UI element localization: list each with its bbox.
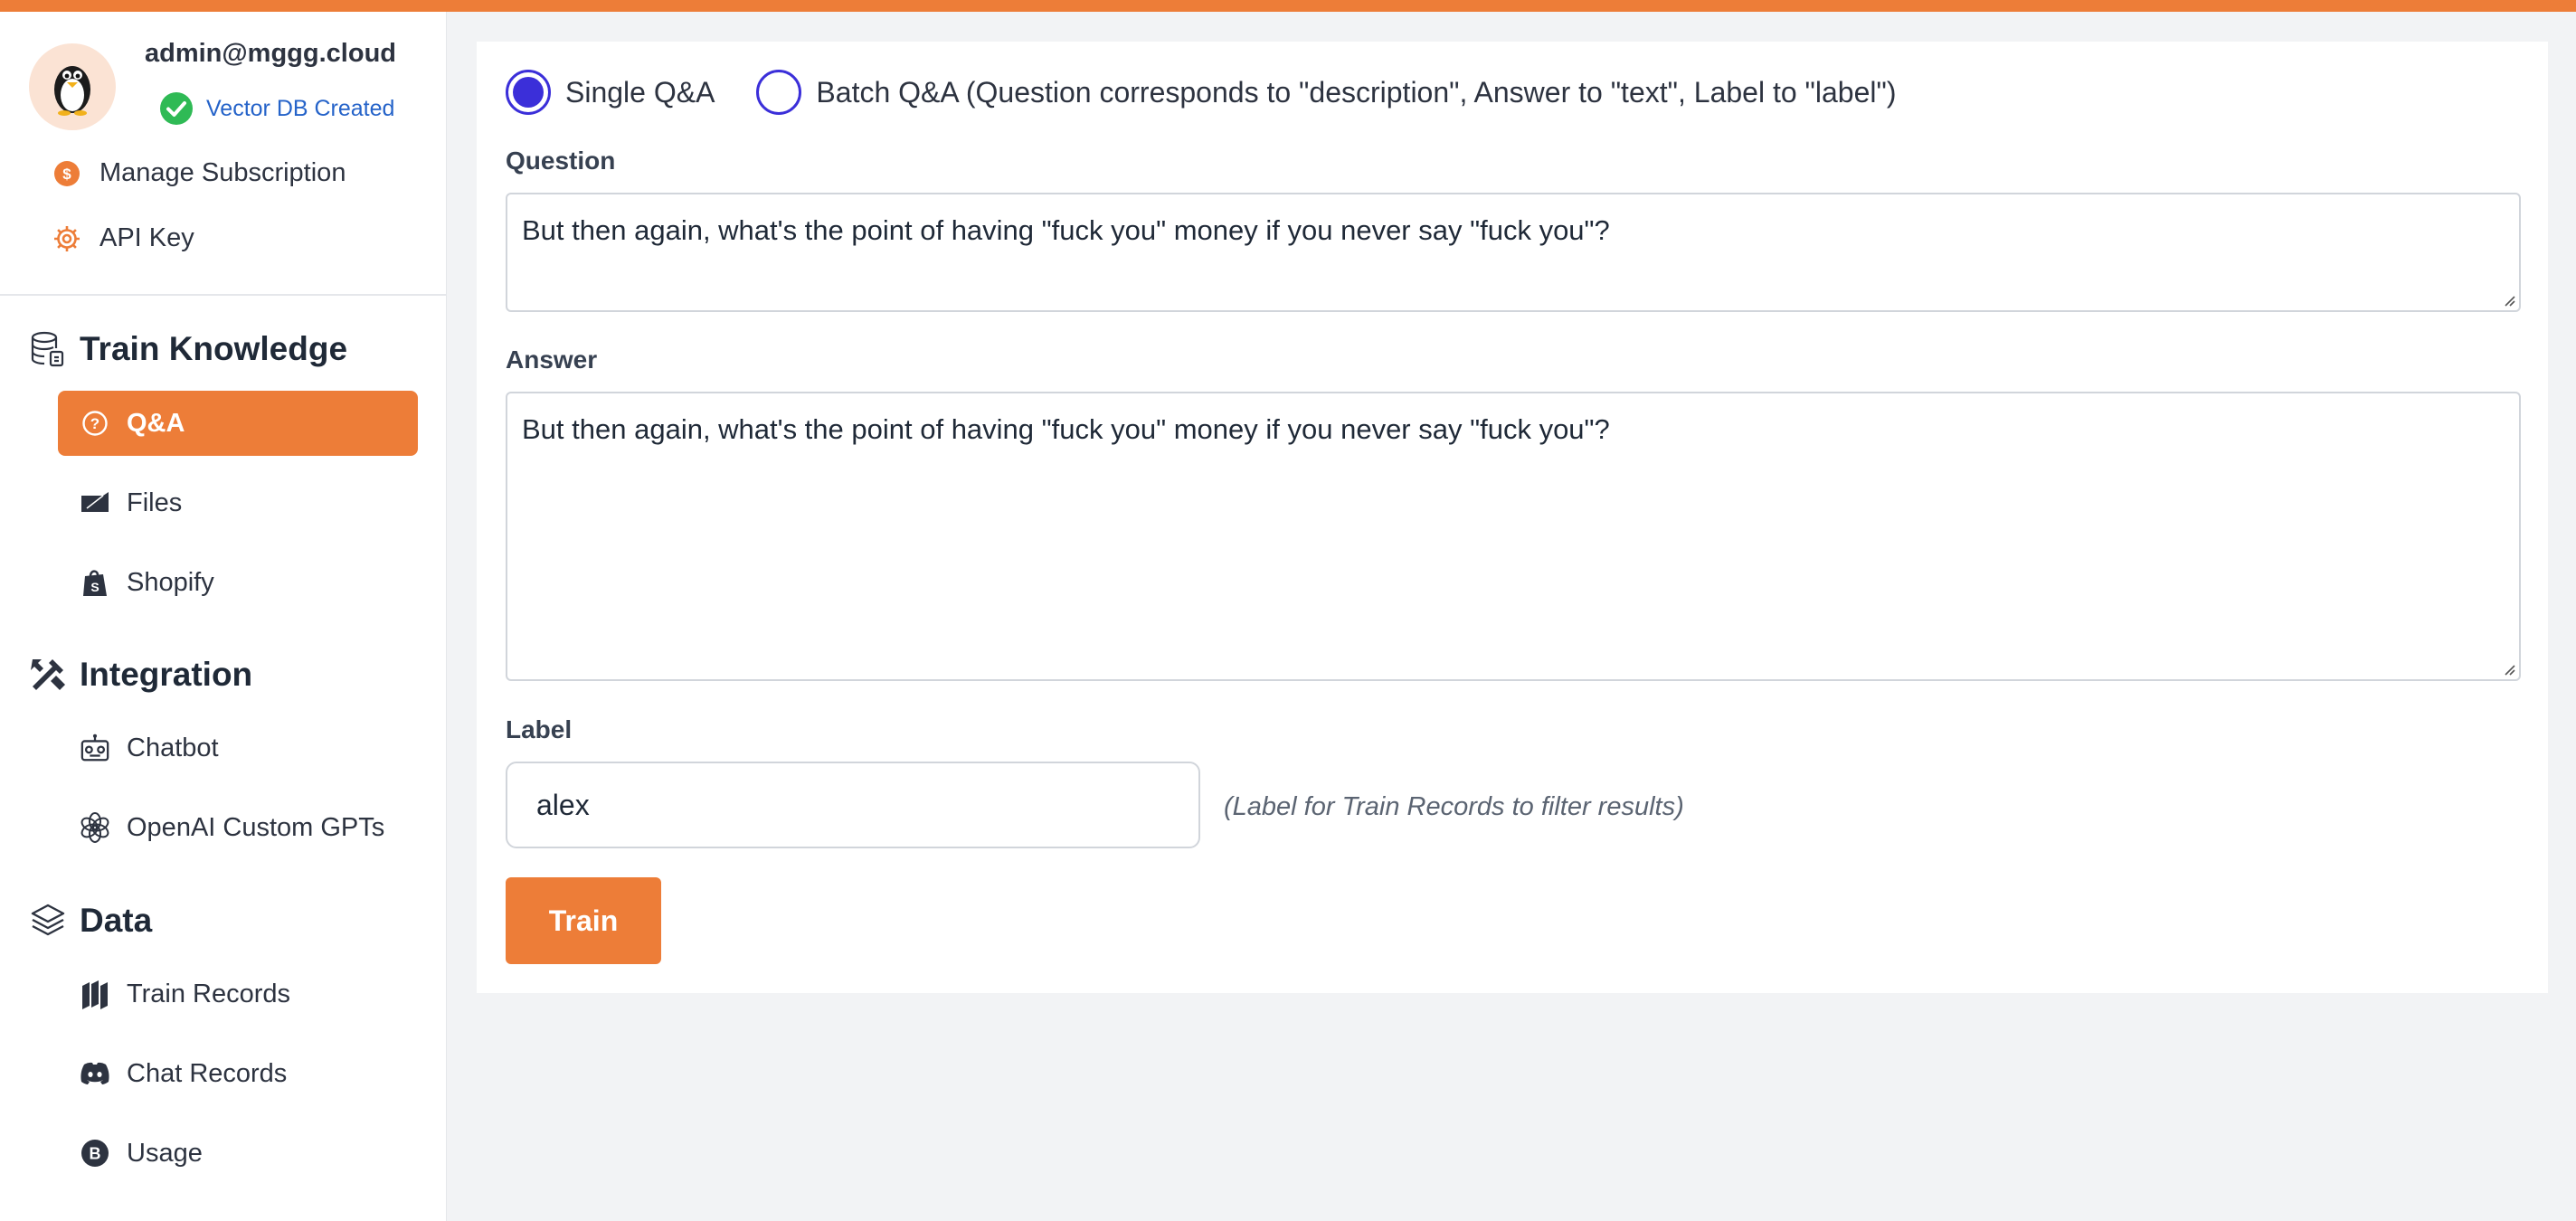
train-button[interactable]: Train — [506, 877, 661, 964]
question-circle-icon: ? — [80, 408, 110, 439]
section-data-title: Data — [80, 902, 153, 939]
sidebar-item-shopify[interactable]: S Shopify — [58, 550, 418, 615]
sidebar-item-chatbot-label: Chatbot — [127, 733, 219, 762]
sidebar-item-chat-records[interactable]: Chat Records — [58, 1041, 418, 1106]
file-icon — [80, 487, 110, 518]
resize-grip-icon[interactable] — [2501, 661, 2515, 676]
svg-text:?: ? — [90, 415, 99, 432]
vector-db-status-text: Vector DB Created — [206, 95, 395, 121]
dollar-icon: $ — [54, 160, 80, 186]
label-input-value: alex — [536, 788, 590, 821]
batch-qa-label[interactable]: Batch Q&A (Question corresponds to "desc… — [816, 76, 1896, 109]
sidebar-item-qa[interactable]: ? Q&A — [58, 391, 418, 456]
sidebar-item-files[interactable]: Files — [58, 470, 418, 535]
sidebar-item-chatbot[interactable]: Chatbot — [58, 715, 418, 781]
robot-icon — [80, 733, 110, 763]
answer-label: Answer — [506, 345, 598, 374]
sidebar-item-usage-label: Usage — [127, 1138, 203, 1168]
profile-panel: admin@mggg.cloud Vector DB Created $ Man… — [0, 12, 447, 296]
question-textarea[interactable]: But then again, what's the point of havi… — [506, 193, 2521, 312]
bitcoin-icon: B — [80, 1138, 110, 1169]
shopify-bag-icon: S — [80, 567, 110, 598]
qa-form-card: Single Q&A Batch Q&A (Question correspon… — [477, 42, 2548, 993]
sidebar-item-openai-gpts[interactable]: OpenAI Custom GPTs — [58, 795, 418, 860]
svg-text:S: S — [90, 580, 99, 594]
database-icon — [31, 331, 64, 367]
gear-icon — [54, 225, 80, 251]
avatar[interactable] — [29, 43, 116, 130]
label-hint: (Label for Train Records to filter resul… — [1224, 792, 1684, 821]
tools-icon — [31, 659, 65, 690]
check-circle-icon — [160, 92, 193, 125]
answer-text: But then again, what's the point of havi… — [522, 413, 1610, 445]
section-train-knowledge: Train Knowledge — [29, 330, 347, 368]
single-qa-label[interactable]: Single Q&A — [565, 76, 715, 109]
sidebar-item-train-records[interactable]: Train Records — [58, 961, 418, 1027]
section-integration-title: Integration — [80, 656, 253, 693]
top-accent-bar — [0, 0, 2576, 12]
answer-textarea[interactable]: But then again, what's the point of havi… — [506, 392, 2521, 681]
manage-subscription-link[interactable]: $ Manage Subscription — [52, 158, 346, 188]
sidebar-item-shopify-label: Shopify — [127, 567, 214, 597]
user-email: admin@mggg.cloud — [145, 39, 396, 68]
radio-selected-dot — [513, 77, 544, 108]
label-field-label: Label — [506, 715, 573, 743]
sidebar-item-files-label: Files — [127, 487, 183, 517]
penguin-icon — [54, 66, 90, 116]
svg-text:B: B — [90, 1145, 101, 1163]
vector-db-status: Vector DB Created — [159, 91, 394, 126]
manage-subscription-label: Manage Subscription — [99, 158, 346, 187]
discord-icon — [80, 1058, 110, 1089]
single-qa-radio[interactable] — [506, 70, 551, 115]
api-key-link[interactable]: API Key — [52, 223, 194, 253]
openai-icon — [80, 812, 110, 843]
mode-radio-group: Single Q&A Batch Q&A (Question correspon… — [506, 70, 1897, 115]
sidebar-item-openai-gpts-label: OpenAI Custom GPTs — [127, 812, 385, 842]
section-train-knowledge-title: Train Knowledge — [80, 330, 348, 367]
section-integration: Integration — [29, 656, 252, 694]
batch-qa-radio[interactable] — [756, 70, 802, 115]
sidebar-item-qa-label: Q&A — [127, 408, 185, 438]
api-key-label: API Key — [99, 223, 194, 252]
resize-grip-icon[interactable] — [2501, 292, 2515, 307]
layers-icon — [31, 904, 65, 936]
sidebar-item-chat-records-label: Chat Records — [127, 1058, 288, 1088]
sidebar: admin@mggg.cloud Vector DB Created $ Man… — [0, 12, 447, 1221]
label-input[interactable]: alex — [506, 762, 1200, 848]
question-label: Question — [506, 147, 616, 175]
question-text: But then again, what's the point of havi… — [522, 214, 1610, 246]
books-icon — [80, 979, 110, 1009]
sidebar-item-usage[interactable]: B Usage — [58, 1121, 418, 1186]
section-data: Data — [29, 902, 152, 940]
svg-text:$: $ — [62, 166, 71, 183]
sidebar-item-train-records-label: Train Records — [127, 979, 291, 1008]
